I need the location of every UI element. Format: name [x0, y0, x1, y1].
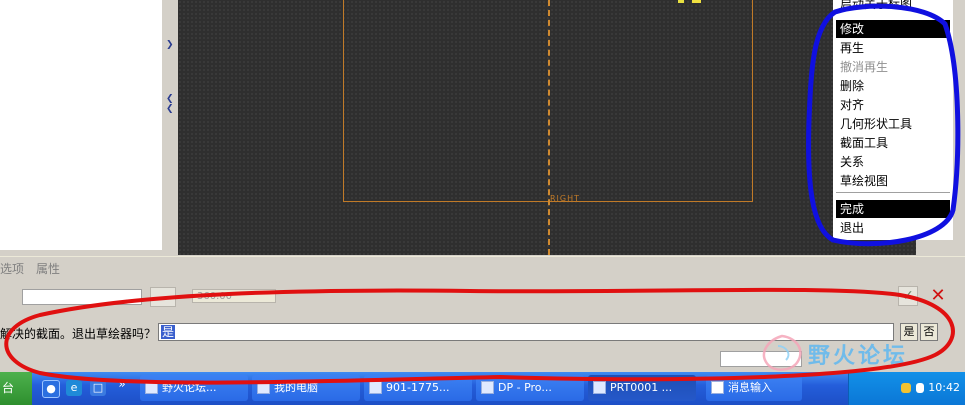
menu-item-sketch-view[interactable]: 草绘视图 — [836, 172, 950, 190]
menu-item-done[interactable]: 完成 — [836, 200, 950, 218]
window-icon — [593, 381, 606, 394]
taskbar-item-my-computer[interactable]: 我的电脑 — [252, 375, 360, 401]
menu-item-geometry-tools[interactable]: 几何形状工具 — [836, 115, 950, 133]
status-bar — [0, 346, 965, 372]
menu-item-delete[interactable]: 删除 — [836, 77, 950, 95]
taskbar-item-dp-pro[interactable]: DP - Pro... — [476, 375, 584, 401]
volume-icon[interactable] — [916, 383, 924, 393]
menu-item-align[interactable]: 对齐 — [836, 96, 950, 114]
menu-item-section-tools[interactable]: 截面工具 — [836, 134, 950, 152]
menu-manager: 启动关于标图 修改 再生 撤消再生 删除 对齐 几何形状工具 截面工具 关系 草… — [833, 0, 953, 240]
chevron-left-icon[interactable]: ❮ — [166, 104, 174, 114]
x-icon[interactable]: ✕ — [928, 286, 948, 306]
taskbar-item-forum[interactable]: 野火论坛... — [140, 375, 248, 401]
no-button[interactable]: 否 — [920, 323, 938, 341]
message-prompt-row: 解决的截面。退出草绘器吗？ 是 是 否 — [0, 321, 965, 345]
indicator-mark — [692, 0, 701, 3]
taskbar-item-prt0001[interactable]: PRT0001 ... — [588, 375, 696, 401]
window-icon — [145, 381, 158, 394]
prompt-input-value: 是 — [161, 325, 176, 339]
start-button[interactable]: 台 — [0, 372, 32, 405]
system-tray: 10:42 — [848, 372, 965, 405]
menu-item-regenerate[interactable]: 再生 — [836, 39, 950, 57]
graphics-window[interactable]: RIGHT — [178, 0, 916, 255]
menu-divider — [836, 192, 950, 193]
menu-item-quit[interactable]: 退出 — [836, 219, 950, 237]
message-icon — [711, 381, 724, 394]
indicator-mark — [678, 0, 684, 3]
menu-item-relations[interactable]: 关系 — [836, 153, 950, 171]
taskbar: 台 ● e □ » 野火论坛... 我的电脑 901-1775... DP - … — [0, 372, 965, 405]
angle-select[interactable]: 360.00 — [192, 289, 276, 303]
taskbar-item-message-input[interactable]: 消息输入 — [706, 375, 802, 401]
ie-icon[interactable]: e — [66, 380, 82, 396]
pause-button[interactable] — [150, 287, 176, 307]
filter-field[interactable] — [720, 351, 802, 367]
tab-properties[interactable]: 属性 — [36, 260, 60, 277]
prompt-input[interactable]: 是 — [158, 323, 894, 341]
section-field[interactable] — [22, 289, 142, 305]
chevron-left-icon[interactable]: ❮ — [166, 94, 174, 104]
yes-button[interactable]: 是 — [900, 323, 918, 341]
media-player-icon[interactable]: ● — [42, 380, 60, 398]
taskbar-item-901[interactable]: 901-1775... — [364, 375, 472, 401]
check-icon[interactable]: ✓ — [898, 286, 918, 306]
menu-item-undo-regenerate[interactable]: 撤消再生 — [836, 58, 950, 76]
window-icon — [369, 381, 382, 394]
chevron-right-icon[interactable]: ❯ — [166, 40, 174, 50]
dashboard-toolbar: 360.00 ✓ ✕ — [0, 282, 965, 310]
datum-centerline — [548, 0, 550, 255]
panel-collapse-strip[interactable]: ❯ ❮ ❮ — [162, 0, 178, 255]
computer-icon — [257, 381, 270, 394]
clock: 10:42 — [928, 381, 960, 394]
dashboard-tabs: 选项 属性 — [0, 256, 965, 279]
tray-app-icon[interactable] — [901, 383, 911, 393]
menu-item-modify[interactable]: 修改 — [836, 20, 950, 38]
desktop-icon[interactable]: □ — [90, 380, 106, 396]
chevron-right-icon[interactable]: » — [114, 376, 130, 392]
prompt-message: 解决的截面。退出草绘器吗？ — [0, 327, 157, 341]
tab-options[interactable]: 选项 — [0, 260, 24, 277]
menu-item-partial[interactable]: 启动关于标图 — [836, 0, 950, 12]
model-tree-panel — [0, 0, 163, 250]
window-icon — [481, 381, 494, 394]
datum-plane-label: RIGHT — [550, 194, 581, 203]
